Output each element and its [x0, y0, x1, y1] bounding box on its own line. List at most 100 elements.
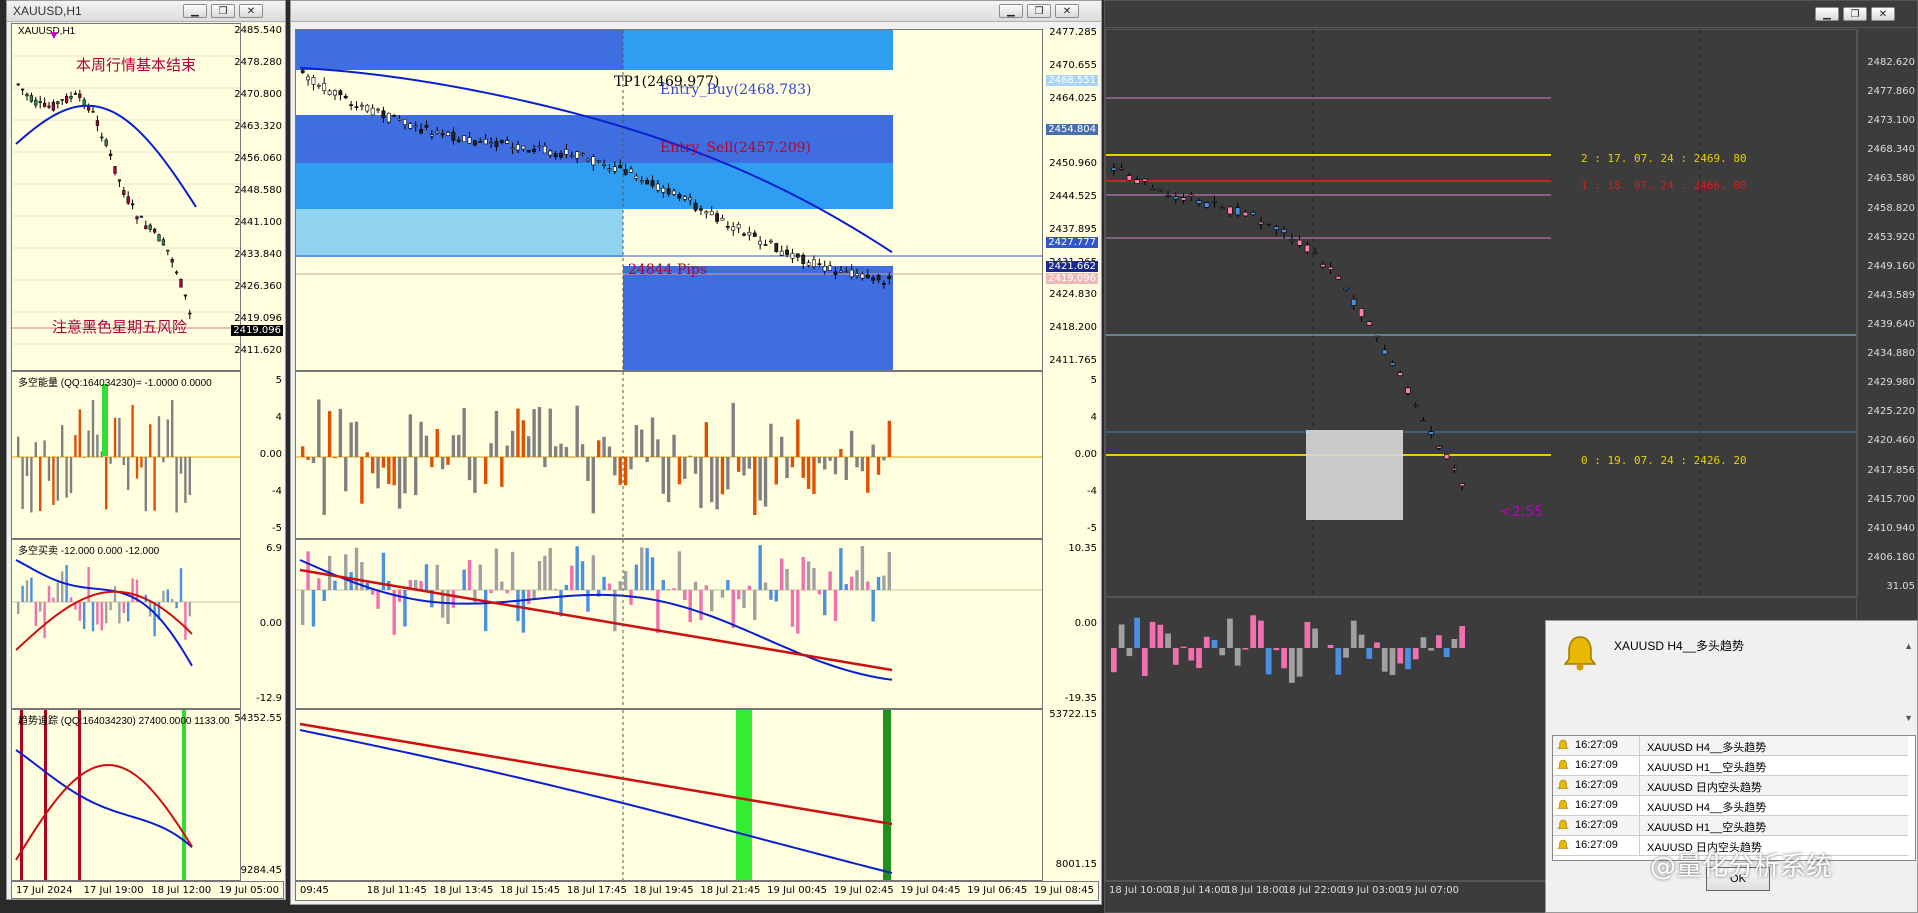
energy-bar	[113, 417, 117, 457]
indicator-pane-trend[interactable]: 趋势追踪 (QQ:164034230) 27400.0000 1133.00	[11, 709, 241, 881]
alert-message: XAUUSD H4__多头趋势	[1647, 742, 1767, 754]
candle-body	[311, 77, 316, 85]
indicator-pane-trend[interactable]	[295, 709, 1043, 881]
candle-body	[887, 275, 892, 280]
chart-window-left[interactable]: XAUUSD,H1 ▁ ❐ ✕ XAUUSD,H1 本周行情基本结束 注意黑色星…	[6, 0, 286, 900]
price-axis[interactable]: 2477.2852470.6552464.0252457.5902450.960…	[1042, 27, 1099, 371]
title-bar[interactable]: XAUUSD,H1 ▁ ❐ ✕	[7, 1, 285, 22]
column-separator	[1639, 796, 1640, 816]
energy-bar	[430, 457, 434, 468]
candle-body	[446, 132, 450, 136]
price-tick-label: 2482.620	[1867, 57, 1915, 68]
alert-row[interactable]: 16:27:09 XAUUSD H1__空头趋势	[1553, 756, 1908, 776]
candle-body	[29, 95, 34, 102]
price-pane[interactable]: 2 : 17. 07. 24 : 2469. 80 1 : 18. 07. 24…	[1105, 29, 1857, 597]
level-0-label: 0 : 19. 07. 24 : 2426. 20	[1581, 454, 1747, 467]
trade-bar	[623, 570, 628, 590]
level-1-label: 1 : 18. 07. 24 : 2466. 00	[1581, 179, 1747, 192]
trade-bar	[419, 581, 423, 590]
trade-bar	[467, 559, 472, 590]
energy-bar	[43, 440, 46, 457]
time-tick-label: 19 Jul 00:45	[767, 885, 828, 896]
current-price-tag: 2419.096	[231, 325, 283, 336]
indicator-tick-label: 0.00	[259, 618, 282, 629]
alert-row[interactable]: 16:27:09 XAUUSD H4__多头趋势	[1553, 736, 1908, 756]
candle-body	[618, 165, 623, 169]
indicator-tick-label: -4	[1087, 486, 1097, 497]
minimize-button[interactable]: ▁	[1815, 7, 1839, 21]
candle-body	[392, 115, 397, 117]
candle-body	[1149, 188, 1156, 190]
energy-bar	[39, 457, 42, 512]
chart-window-middle[interactable]: ▁ ❐ ✕ TP1(2469.977) Entry_Buy(2468.783) …	[290, 0, 1102, 905]
trade-bar	[376, 590, 380, 609]
note-top: 本周行情基本结束	[76, 56, 197, 74]
indicator-label: 趋势追踪 (QQ:164034230) 27400.0000 1133.00	[18, 716, 230, 727]
energy-bar	[683, 457, 687, 479]
candle-body	[413, 125, 418, 128]
alert-list[interactable]: 16:27:09 XAUUSD H4__多头趋势 16:27:09 XAUUSD H1…	[1552, 735, 1916, 861]
energy-bar	[699, 457, 703, 509]
energy-bar	[78, 409, 81, 457]
note-bottom: 注意黑色星期五风险	[52, 318, 188, 336]
minimize-button[interactable]: ▁	[999, 4, 1023, 18]
title-bar[interactable]: ▁ ❐ ✕	[291, 1, 1101, 22]
symbol-label: XAUUSD,H1	[18, 26, 76, 37]
energy-bar	[887, 420, 891, 457]
trade-bar	[683, 590, 687, 601]
signal-line	[20, 710, 23, 880]
close-button[interactable]: ✕	[1871, 7, 1895, 21]
alert-row[interactable]: 16:27:09 XAUUSD 日内空头趋势	[1553, 776, 1908, 796]
time-tick-label: 18 Jul 14:00	[1167, 885, 1227, 896]
time-tick-label: 18 Jul 17:45	[566, 885, 627, 896]
scroll-down-icon[interactable]: ▼	[1904, 713, 1913, 723]
trade-bar	[451, 590, 456, 608]
indicator-pane-energy[interactable]	[295, 371, 1043, 539]
time-tick-label: 19 Jul 07:00	[1399, 885, 1459, 896]
range-box	[1306, 430, 1403, 520]
restore-button[interactable]: ❐	[1843, 7, 1867, 21]
energy-bar	[87, 430, 90, 457]
energy-bar	[849, 430, 854, 457]
price-axis[interactable]: 2482.620 2477.860 2473.100 2468.340 2463.580…	[1857, 29, 1917, 597]
trade-bar	[1196, 648, 1202, 669]
candle-body	[607, 168, 612, 171]
time-tick-label: 18 Jul 15:45	[500, 885, 561, 896]
candle-body	[1320, 264, 1326, 268]
indicator-pane-trade[interactable]	[295, 539, 1043, 709]
price-tick-label: 2433.840	[234, 249, 282, 260]
energy-bar	[322, 457, 326, 515]
price-pane[interactable]: XAUUSD,H1 本周行情基本结束 注意黑色星期五风险 ▼	[11, 23, 241, 371]
indicator-pane-energy[interactable]: 多空能量 (QQ:164034230)= -1.0000 0.0000	[11, 371, 241, 539]
indicator-tick-label: -5	[1087, 523, 1097, 534]
price-pane[interactable]: TP1(2469.977) Entry_Buy(2468.783) Entry_…	[295, 29, 1043, 371]
trade-bar	[774, 590, 778, 602]
restore-button[interactable]: ❐	[211, 4, 235, 18]
price-axis[interactable]: 2485.540 2478.280 2470.800 2463.320 2456.060…	[231, 23, 284, 371]
energy-bar	[175, 457, 178, 513]
close-button[interactable]: ✕	[239, 4, 263, 18]
trade-bar	[736, 590, 741, 600]
candle-body	[1242, 211, 1249, 217]
candle-body	[785, 249, 789, 255]
energy-bar	[607, 446, 612, 457]
title-bar[interactable]: ▁ ❐ ✕	[1105, 1, 1917, 28]
signal-line	[44, 710, 47, 880]
scroll-up-icon[interactable]: ▲	[1904, 641, 1913, 651]
indicator-pane-trade[interactable]: 多空买卖 -12.000 0.000 -12.000	[11, 539, 241, 709]
candle-body	[1188, 194, 1194, 197]
trade-bar	[1389, 648, 1396, 675]
close-button[interactable]: ✕	[1055, 4, 1079, 18]
candle-body	[844, 271, 849, 273]
candle-body	[472, 140, 477, 146]
trade-bar	[1459, 626, 1465, 648]
alert-row[interactable]: 16:27:09 XAUUSD H1__空头趋势	[1553, 816, 1908, 836]
candle-body	[1413, 405, 1419, 407]
energy-bar	[301, 446, 305, 457]
level-2-label: 2 : 17. 07. 24 : 2469. 80	[1581, 152, 1747, 165]
alert-row[interactable]: 16:27:09 XAUUSD H4__多头趋势	[1553, 796, 1908, 816]
trade-bar	[109, 602, 112, 611]
indicator-label: 多空买卖 -12.000 0.000 -12.000	[18, 546, 160, 557]
restore-button[interactable]: ❐	[1027, 4, 1051, 18]
minimize-button[interactable]: ▁	[183, 4, 207, 18]
